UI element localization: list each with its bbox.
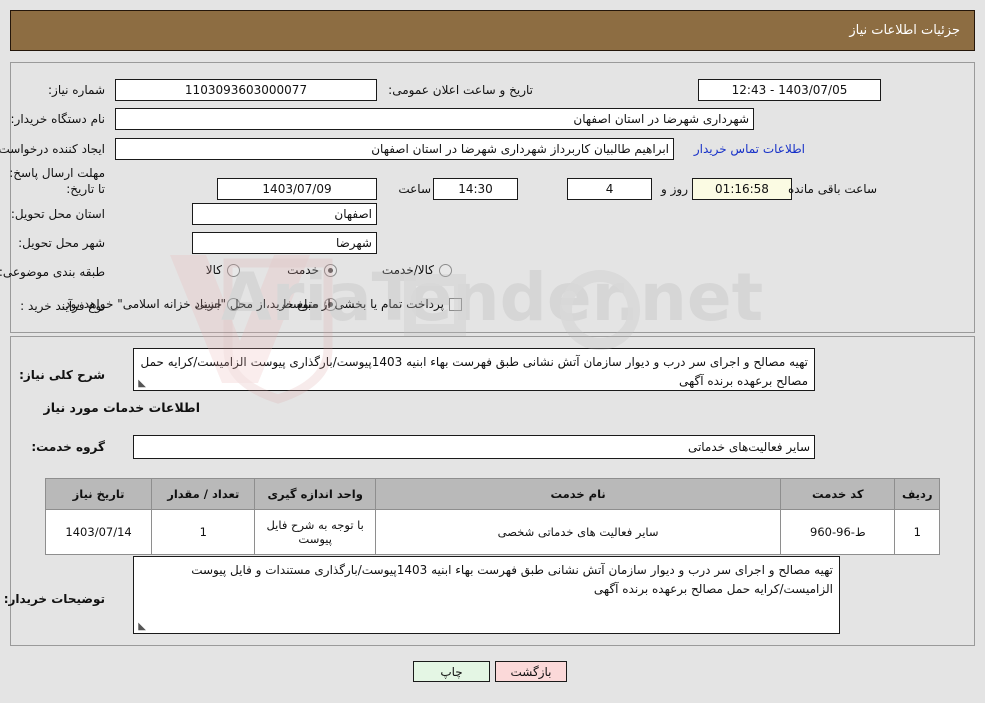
requester-label: ایجاد کننده درخواست: xyxy=(0,142,105,156)
deadline-label: مهلت ارسال پاسخ: تا تاریخ: xyxy=(9,166,105,196)
cell-service-code: ط-96-960 xyxy=(780,509,896,555)
category-radio-service-label: خدمت xyxy=(287,263,319,277)
buyer-contact-link[interactable]: اطلاعات تماس خریدار xyxy=(694,142,805,156)
category-radio-goods-service-label: کالا/خدمت xyxy=(381,263,434,277)
resize-grip-icon[interactable]: ◣ xyxy=(136,379,146,389)
page-header: جزئیات اطلاعات نیاز xyxy=(10,10,975,51)
table-header-row: ردیف کد خدمت نام خدمت واحد اندازه گیری ت… xyxy=(44,478,940,510)
buyer-org-label: نام دستگاه خریدار: xyxy=(10,112,106,126)
announce-datetime-value: 1403/07/05 - 12:43 xyxy=(698,79,881,101)
need-number-value: 1103093603000077 xyxy=(115,79,377,101)
service-group-label: گروه خدمت: xyxy=(31,440,105,454)
hour-value: 14:30 xyxy=(433,178,518,200)
buyer-notes-text: تهیه مصالح و اجرای سر درب و دیوار سازمان… xyxy=(191,563,833,596)
th-unit: واحد اندازه گیری xyxy=(254,478,376,510)
city-label: شهر محل تحویل: xyxy=(18,236,105,250)
th-service-name: نام خدمت xyxy=(374,478,782,510)
buyer-notes-value[interactable]: تهیه مصالح و اجرای سر درب و دیوار سازمان… xyxy=(133,556,840,634)
need-number-label: شماره نیاز: xyxy=(48,83,105,97)
cell-quantity: 1 xyxy=(151,509,256,555)
category-radio-goods-label: کالا xyxy=(205,263,222,277)
services-table: ردیف کد خدمت نام خدمت واحد اندازه گیری ت… xyxy=(44,478,940,555)
page-root: جزئیات اطلاعات نیاز AriaTender.net شماره… xyxy=(0,0,985,703)
category-radio-goods[interactable]: کالا xyxy=(206,263,240,277)
cell-row-no: 1 xyxy=(894,509,940,555)
announce-datetime-label: تاریخ و ساعت اعلان عمومی: xyxy=(388,83,533,97)
category-label: طبقه بندی موضوعی: xyxy=(0,265,105,279)
requester-value: ابراهیم طالبیان کاربرداز شهرداری شهرضا د… xyxy=(115,138,674,160)
print-button[interactable]: چاپ xyxy=(413,661,490,682)
cell-service-name: سایر فعالیت های خدماتی شخصی xyxy=(374,509,782,555)
radio-indicator-goods-service[interactable] xyxy=(439,263,452,277)
province-label: استان محل تحویل: xyxy=(10,207,105,221)
radio-indicator-goods[interactable] xyxy=(227,263,240,277)
resize-grip-icon-notes[interactable]: ◣ xyxy=(136,622,146,632)
page-title: جزئیات اطلاعات نیاز xyxy=(849,23,960,38)
th-need-date: تاریخ نیاز xyxy=(44,478,153,510)
countdown-timer-value: 01:16:58 xyxy=(692,178,792,200)
buyer-notes-label: توضیحات خریدار: xyxy=(3,592,105,606)
city-value: شهرضا xyxy=(192,232,377,254)
category-radio-goods-service[interactable]: کالا/خدمت xyxy=(382,263,452,277)
general-description-value[interactable]: تهیه مصالح و اجرای سر درب و دیوار سازمان… xyxy=(133,348,815,391)
category-radio-service[interactable]: خدمت xyxy=(287,263,337,277)
th-quantity: تعداد / مقدار xyxy=(151,478,256,510)
services-section-heading: اطلاعات خدمات مورد نیاز xyxy=(43,400,201,415)
deadline-date-value: 1403/07/09 xyxy=(217,178,377,200)
countdown-timer-label: ساعت باقی مانده xyxy=(787,182,877,196)
general-description-label: شرح کلی نیاز: xyxy=(19,368,105,382)
th-service-code: کد خدمت xyxy=(780,478,896,510)
buyer-org-value: شهرداری شهرضا در استان اصفهان xyxy=(115,108,754,130)
treasury-bonds-checkbox-row[interactable]: پرداخت تمام یا بخشی از مبلغ خرید،از محل … xyxy=(61,297,462,311)
treasury-bonds-checkbox[interactable] xyxy=(449,297,462,311)
radio-indicator-service[interactable] xyxy=(324,263,337,277)
general-description-text: تهیه مصالح و اجرای سر درب و دیوار سازمان… xyxy=(140,355,808,388)
th-row-no: ردیف xyxy=(894,478,940,510)
days-remaining-value: 4 xyxy=(567,178,652,200)
table-row: 1 ط-96-960 سایر فعالیت های خدماتی شخصی ب… xyxy=(44,509,940,555)
hour-label: ساعت xyxy=(398,182,431,196)
service-group-value: سایر فعالیت‌های خدماتی xyxy=(133,435,815,459)
back-button[interactable]: بازگشت xyxy=(495,661,567,682)
cell-unit: با توجه به شرح فایل پیوست xyxy=(254,509,376,555)
province-value: اصفهان xyxy=(192,203,377,225)
days-remaining-label: روز و xyxy=(661,182,688,196)
cell-need-date: 1403/07/14 xyxy=(44,509,153,555)
treasury-bonds-label: پرداخت تمام یا بخشی از مبلغ خرید،از محل … xyxy=(61,297,444,311)
